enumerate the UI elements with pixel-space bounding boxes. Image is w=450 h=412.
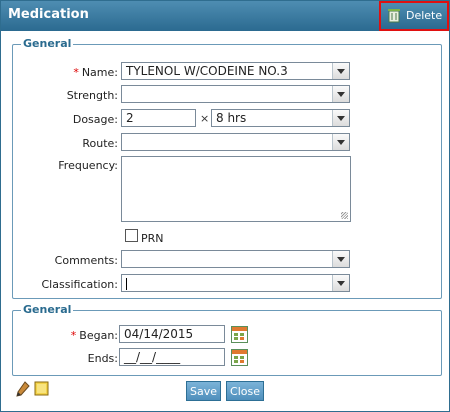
trash-icon — [388, 9, 400, 23]
close-button[interactable]: Close — [226, 381, 264, 401]
general-legend: General — [21, 37, 74, 50]
name-label-text: Name: — [81, 66, 118, 79]
frequency-textarea[interactable] — [121, 156, 351, 222]
dosage-frequency-value: 8 hrs — [216, 111, 247, 125]
delete-button[interactable]: Delete — [379, 1, 449, 31]
ends-label: Ends: — [87, 352, 118, 365]
name-label: * Name: — [11, 66, 118, 79]
classification-label: Classification: — [41, 278, 119, 291]
pencil-icon[interactable] — [16, 381, 30, 397]
dosage-amount-input[interactable]: 2 — [121, 109, 196, 127]
times-symbol: × — [200, 112, 210, 125]
dates-legend: General — [21, 303, 74, 316]
medication-dialog: Medication Delete General * Name: TYLENOL… — [0, 0, 450, 412]
chevron-down-icon[interactable] — [332, 63, 349, 79]
save-button[interactable]: Save — [186, 381, 221, 401]
chevron-down-icon[interactable] — [332, 134, 349, 150]
began-label-text: Began: — [79, 329, 118, 342]
route-select[interactable] — [121, 133, 350, 151]
dates-section: General — [12, 303, 442, 376]
dosage-frequency-select[interactable]: 8 hrs — [211, 109, 350, 127]
required-marker: * — [70, 329, 77, 342]
calendar-icon[interactable] — [231, 326, 248, 343]
dialog-title: Medication — [8, 7, 89, 22]
comments-select[interactable] — [121, 250, 350, 268]
began-label: * Began: — [11, 329, 118, 342]
classification-select[interactable] — [121, 274, 350, 292]
text-cursor — [126, 277, 127, 290]
title-bar: Medication Delete — [1, 1, 449, 31]
chevron-down-icon[interactable] — [332, 251, 349, 267]
frequency-label: Frequency: — [58, 159, 118, 172]
prn-checkbox[interactable] — [125, 229, 138, 242]
chevron-down-icon[interactable] — [332, 110, 349, 126]
name-select[interactable]: TYLENOL W/CODEINE NO.3 — [121, 62, 350, 80]
chevron-down-icon[interactable] — [332, 275, 349, 291]
strength-label: Strength: — [66, 89, 118, 102]
comments-label: Comments: — [54, 254, 118, 267]
prn-label: PRN — [141, 232, 164, 245]
ends-date-input[interactable]: __/__/____ — [119, 348, 225, 366]
calendar-icon[interactable] — [231, 349, 248, 366]
delete-label: Delete — [406, 9, 443, 22]
resize-grip-icon[interactable] — [341, 212, 348, 219]
dosage-label: Dosage: — [72, 113, 118, 126]
required-marker: * — [73, 66, 79, 79]
chevron-down-icon[interactable] — [332, 86, 349, 102]
name-value: TYLENOL W/CODEINE NO.3 — [126, 64, 288, 78]
began-date-input[interactable]: 04/14/2015 — [119, 325, 225, 343]
strength-select[interactable] — [121, 85, 350, 103]
route-label: Route: — [82, 137, 118, 150]
note-icon[interactable] — [34, 381, 50, 397]
